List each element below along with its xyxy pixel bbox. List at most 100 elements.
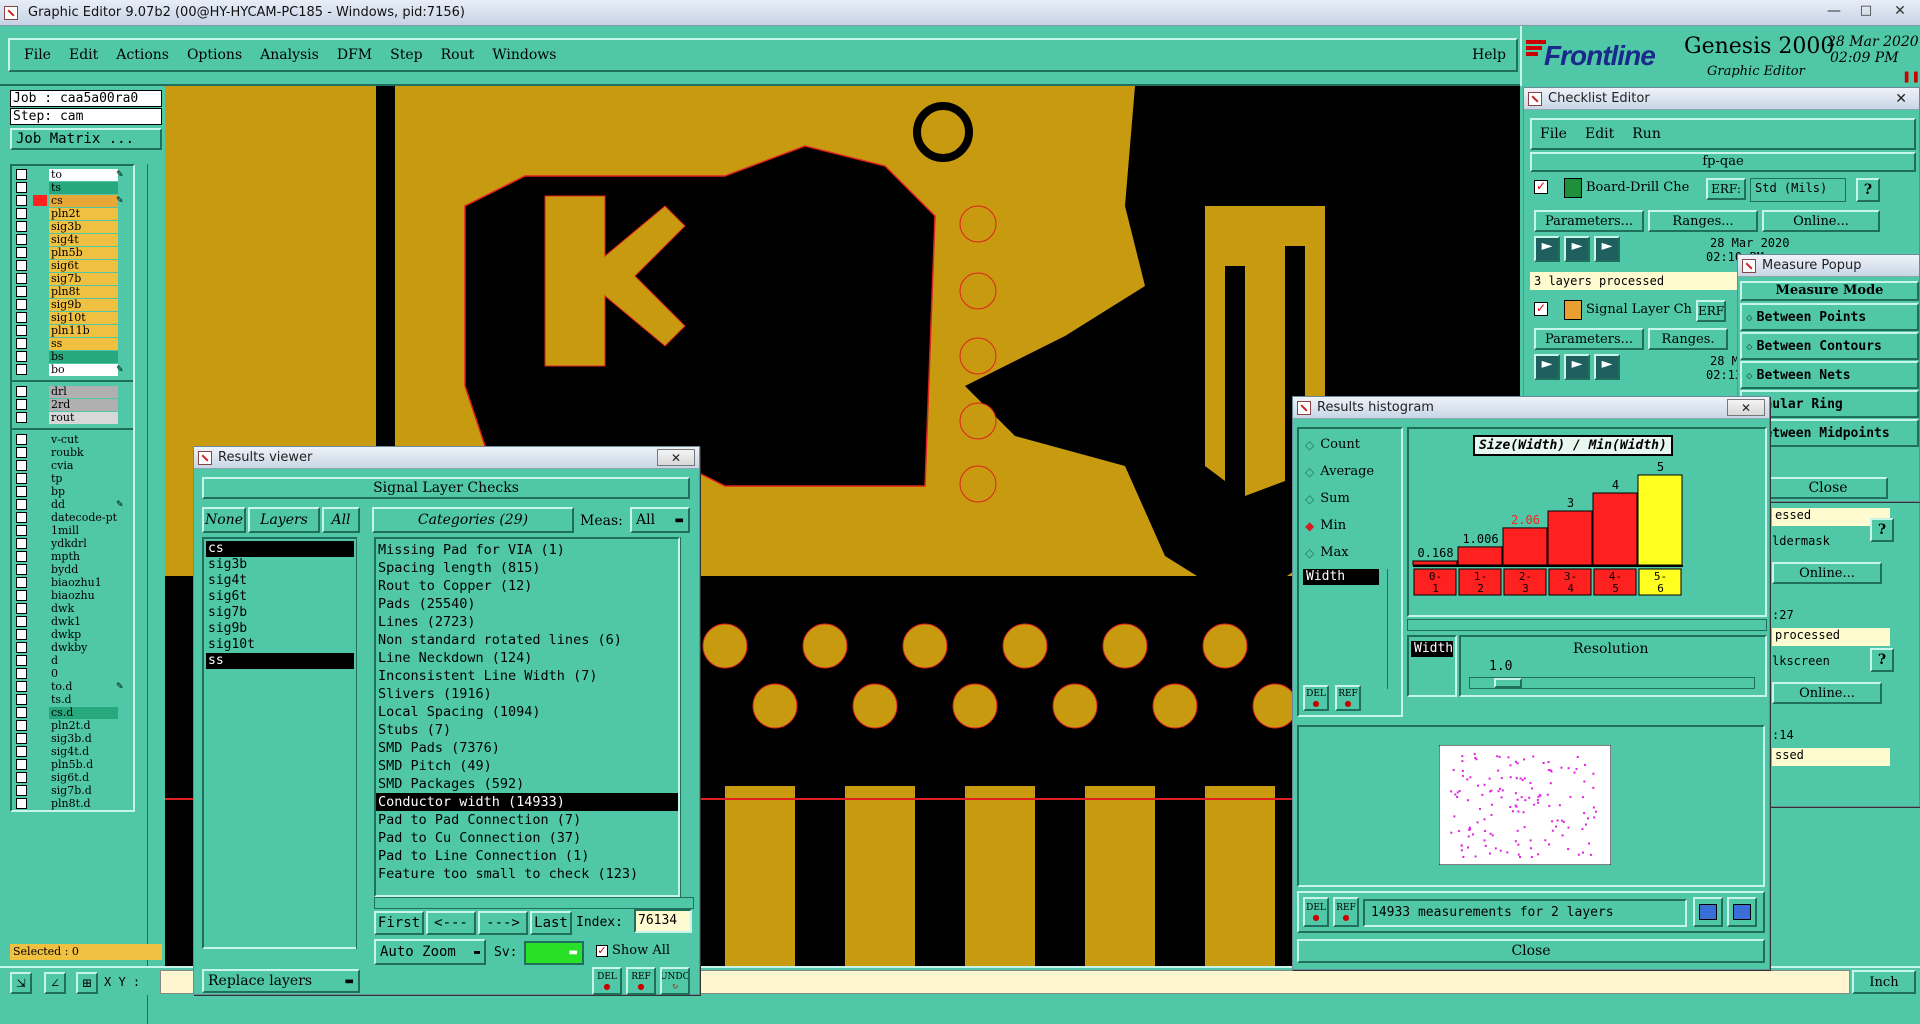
histogram-option-max[interactable]: ◇ Max [1299,539,1401,566]
layer-checkbox[interactable] [16,195,27,206]
layer-checkbox[interactable] [16,707,27,718]
layers-button[interactable]: Layers [248,507,320,533]
result-layer-item[interactable]: sig9b [206,621,354,637]
layer-row[interactable]: sig6t [12,259,133,272]
layer-checkbox[interactable] [16,312,27,323]
layer-checkbox[interactable] [16,486,27,497]
prev-button[interactable]: <--- [426,911,476,935]
layer-checkbox[interactable] [16,286,27,297]
meas-select[interactable]: All ▬ [630,507,690,533]
replace-layers-select[interactable]: Replace layers ▬ [202,969,360,993]
menu-help[interactable]: Help [1472,47,1506,63]
job-matrix-button[interactable]: Job Matrix ... [10,128,162,150]
layer-checkbox[interactable] [16,564,27,575]
histogram-ref-button[interactable]: REF ● [1335,685,1361,711]
angle-tool-button[interactable]: ∠ [44,972,66,994]
layer-checkbox[interactable] [16,234,27,245]
category-item[interactable]: Pad to Pad Connection (7) [376,811,678,829]
menu-file[interactable]: File [24,47,51,63]
layer-checkbox[interactable] [16,338,27,349]
category-item[interactable]: SMD Pitch (49) [376,757,678,775]
help-button-2[interactable]: ? [1870,518,1894,542]
layer-row[interactable]: to.d ✎ [12,680,133,693]
layer-row[interactable]: bp [12,485,133,498]
layer-row[interactable]: 0 [12,667,133,680]
checklist-menu-edit[interactable]: Edit [1585,126,1614,142]
layer-checkbox[interactable] [16,399,27,410]
maximize-button[interactable]: □ [1852,3,1880,21]
layer-row[interactable]: 2rd [12,398,133,411]
layer-checkbox[interactable] [16,169,27,180]
measure-mode-item[interactable]: ◇ Between Nets [1740,361,1919,389]
next-button[interactable]: ---> [478,911,528,935]
histogram-options-scroll[interactable] [1387,569,1401,689]
layer-checkbox[interactable] [16,642,27,653]
layer-checkbox[interactable] [16,720,27,731]
none-button[interactable]: None [202,507,246,533]
layer-checkbox[interactable] [16,208,27,219]
layer-checkbox[interactable] [16,512,27,523]
category-item[interactable]: Pads (25540) [376,595,678,613]
histogram-bar[interactable] [1502,527,1548,566]
layer-row[interactable]: sig4t.d [12,745,133,758]
layer-checkbox[interactable] [16,603,27,614]
layer-row[interactable]: pln8t [12,285,133,298]
layers-list-scroll[interactable] [356,537,370,949]
layer-row[interactable]: v-cut [12,433,133,446]
category-item[interactable]: Slivers (1916) [376,685,678,703]
layer-row[interactable]: cs ✎ [12,194,133,207]
result-layer-item[interactable]: sig4t [206,573,354,589]
run-icon[interactable]: ► [1534,236,1560,262]
layer-row[interactable]: pln8t.d [12,797,133,810]
minimize-button[interactable]: — [1820,3,1848,21]
layer-checkbox[interactable] [16,260,27,271]
layer-row[interactable]: cvia [12,459,133,472]
categories-list-scroll[interactable] [680,537,694,897]
layer-scrollbar[interactable] [147,164,161,1024]
measure-mode-item[interactable]: ◇ Between Contours [1740,332,1919,360]
category-item[interactable]: Pad to Cu Connection (37) [376,829,678,847]
layer-row[interactable]: biaozhu1 [12,576,133,589]
action-2-ranges[interactable]: Ranges. [1648,328,1728,350]
checklist-menu-file[interactable]: File [1540,126,1567,142]
layer-row[interactable]: sig6t.d [12,771,133,784]
action-1-ranges[interactable]: Ranges... [1648,210,1758,232]
layer-checkbox[interactable] [16,447,27,458]
menu-actions[interactable]: Actions [116,47,169,63]
layer-checkbox[interactable] [16,590,27,601]
checklist-close-icon[interactable]: ✕ [1895,91,1907,107]
layer-row[interactable]: mpth [12,550,133,563]
layer-checkbox[interactable] [16,460,27,471]
resolution-slider-thumb[interactable] [1494,678,1522,688]
zoom-tool-button[interactable]: ⇲ [10,972,32,994]
show-all-checkbox[interactable]: ✓ [596,945,608,957]
histogram-del-button[interactable]: DEL ● [1303,685,1329,711]
layer-checkbox[interactable] [16,473,27,484]
footer-del-button[interactable]: DEL ● [1303,897,1329,927]
layer-row[interactable]: 1mill [12,524,133,537]
menu-options[interactable]: Options [187,47,242,63]
layer-row[interactable]: dwk1 [12,615,133,628]
fragment-6[interactable]: Online... [1772,682,1882,704]
category-item[interactable]: Pad to Line Connection (1) [376,847,678,865]
footer-ref-button[interactable]: REF ● [1333,897,1359,927]
measure-close-button[interactable]: Close [1768,477,1888,499]
help-button-3[interactable]: ? [1870,648,1894,672]
layer-checkbox[interactable] [16,364,27,375]
layer-row[interactable]: cs.d [12,706,133,719]
action-1-help[interactable]: ? [1856,178,1880,202]
layer-checkbox[interactable] [16,525,27,536]
histogram-hscroll[interactable] [1407,619,1767,631]
result-layer-item[interactable]: sig10t [206,637,354,653]
menu-edit[interactable]: Edit [69,47,98,63]
layer-checkbox[interactable] [16,434,27,445]
categories-button[interactable]: Categories (29) [372,507,574,533]
run-icon[interactable]: ► [1534,354,1560,380]
auto-zoom-select[interactable]: Auto Zoom ▬ [374,939,486,965]
histogram-bar[interactable] [1547,510,1593,566]
layer-row[interactable]: pln5b [12,246,133,259]
layer-checkbox[interactable] [16,299,27,310]
layer-row[interactable]: biaozhu [12,589,133,602]
layer-row[interactable]: sig4t [12,233,133,246]
layer-checkbox[interactable] [16,182,27,193]
